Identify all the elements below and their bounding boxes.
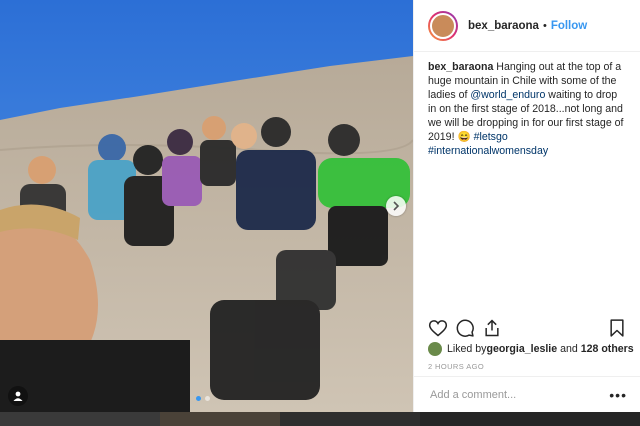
hashtag-internationalwomensday[interactable]: #internationalwomensday bbox=[428, 145, 548, 157]
next-post-preview bbox=[0, 412, 640, 426]
share-icon[interactable] bbox=[482, 318, 502, 338]
more-options-button[interactable]: ••• bbox=[609, 387, 627, 403]
likes-others-link[interactable]: 128 others bbox=[581, 343, 634, 355]
post-photo[interactable] bbox=[0, 0, 413, 412]
comment-input[interactable] bbox=[428, 387, 610, 402]
chevron-right-icon bbox=[393, 201, 400, 211]
carousel-indicator bbox=[196, 396, 210, 401]
comment-bar: ••• bbox=[414, 376, 640, 412]
post-caption: bex_baraona Hanging out at the top of a … bbox=[414, 52, 640, 158]
avatar[interactable] bbox=[428, 10, 458, 41]
header-username[interactable]: bex_baraona bbox=[468, 20, 539, 32]
post-timestamp: 2 HOURS AGO bbox=[428, 362, 485, 371]
bookmark-icon[interactable] bbox=[607, 318, 627, 338]
user-tag-button[interactable] bbox=[8, 386, 28, 406]
carousel-dot bbox=[196, 396, 201, 401]
post-side-panel: bex_baraona • Follow bex_baraona Hanging… bbox=[413, 0, 640, 412]
user-tag-icon bbox=[13, 391, 23, 401]
follow-button[interactable]: Follow bbox=[551, 20, 587, 32]
caption-mention[interactable]: @world_enduro bbox=[470, 89, 545, 101]
post-header: bex_baraona • Follow bbox=[414, 0, 640, 52]
preview-thumb bbox=[420, 412, 640, 426]
header-separator: • bbox=[542, 19, 547, 32]
likes-summary: Liked by georgia_leslie and 128 others bbox=[428, 342, 634, 356]
likes-prefix: Liked by bbox=[447, 343, 487, 355]
caption-username[interactable]: bex_baraona bbox=[428, 61, 493, 73]
likes-middle: and bbox=[557, 343, 581, 355]
preview-thumb bbox=[280, 412, 420, 426]
preview-thumb bbox=[0, 412, 160, 426]
preview-thumb bbox=[160, 412, 280, 426]
liked-by-user[interactable]: georgia_leslie bbox=[486, 343, 557, 355]
group-photo-illustration bbox=[0, 0, 413, 412]
liker-avatar[interactable] bbox=[428, 342, 442, 356]
next-slide-button[interactable] bbox=[386, 196, 406, 216]
hashtag-letsgo[interactable]: #letsgo bbox=[474, 131, 508, 143]
comment-icon[interactable] bbox=[455, 318, 475, 338]
heart-icon[interactable] bbox=[428, 318, 448, 338]
post-actions bbox=[428, 316, 627, 340]
avatar-image bbox=[430, 12, 456, 39]
carousel-dot bbox=[205, 396, 210, 401]
